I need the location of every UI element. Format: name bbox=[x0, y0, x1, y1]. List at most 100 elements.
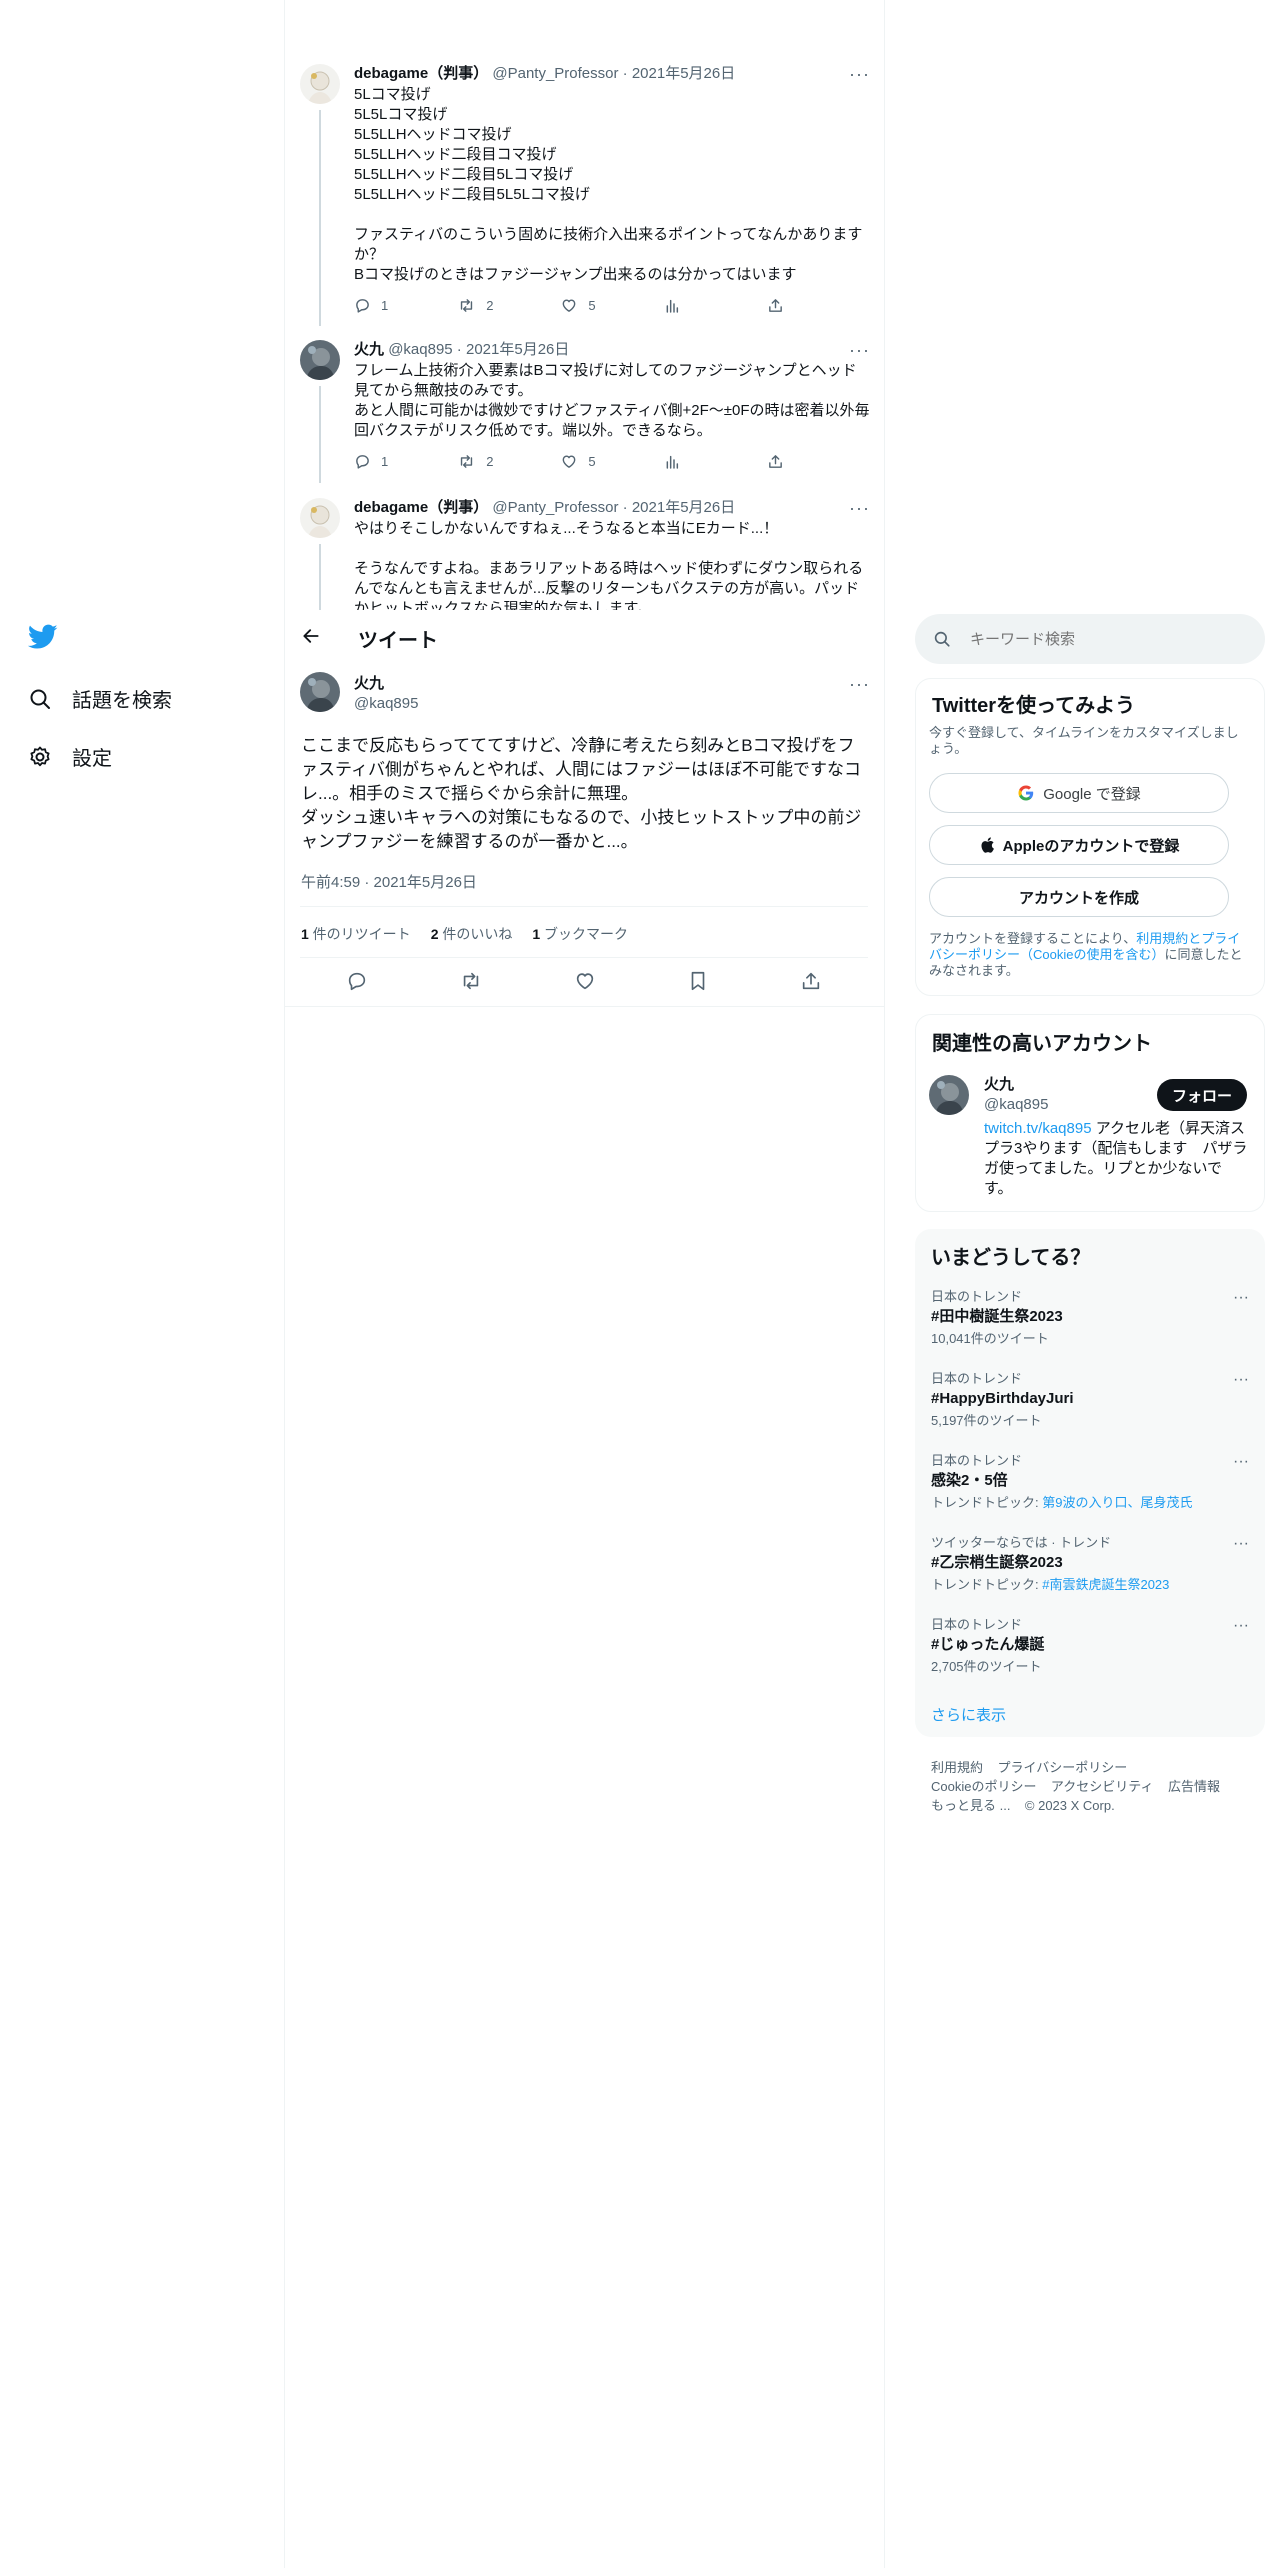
bio-link[interactable]: twitch.tv/kaq895 bbox=[984, 1120, 1092, 1137]
more-icon[interactable]: ··· bbox=[1233, 1535, 1249, 1553]
more-icon[interactable]: ··· bbox=[1233, 1453, 1249, 1471]
footer-cookies[interactable]: Cookieのポリシー bbox=[931, 1779, 1036, 1794]
more-icon[interactable]: ··· bbox=[849, 674, 870, 695]
trend-item[interactable]: 日本のトレンド #じゅったん爆誕 2,705件のツイート ··· bbox=[931, 1617, 1249, 1675]
tweet-date[interactable]: 2021年5月26日 bbox=[632, 65, 735, 82]
signup-terms: アカウントを登録することにより、利用規約とプライバシーポリシー（Cookieの使… bbox=[929, 931, 1243, 978]
avatar[interactable] bbox=[300, 672, 340, 712]
search-input[interactable] bbox=[970, 626, 1250, 652]
google-signup-button[interactable]: Google で登録 bbox=[929, 773, 1229, 813]
author-handle[interactable]: @Panty_Professor bbox=[492, 499, 618, 516]
views-button[interactable] bbox=[664, 298, 767, 314]
reply-icon bbox=[354, 453, 371, 470]
more-icon[interactable]: ··· bbox=[849, 340, 870, 361]
trend-name: #乙宗梢生誕祭2023 bbox=[931, 1554, 1063, 1571]
trend-item[interactable]: 日本のトレンド #田中樹誕生祭2023 10,041件のツイート ··· bbox=[931, 1289, 1249, 1347]
share-button[interactable] bbox=[800, 970, 822, 992]
heart-icon bbox=[560, 453, 578, 470]
nav-settings[interactable]: 設定 bbox=[28, 742, 112, 771]
account-bio: twitch.tv/kaq895 アクセル老（昇天済スプラ3やります（配信もしま… bbox=[984, 1120, 1248, 1197]
search-box[interactable] bbox=[915, 614, 1265, 664]
apple-signup-button[interactable]: Appleのアカウントで登録 bbox=[929, 825, 1229, 865]
more-icon[interactable]: ··· bbox=[1233, 1289, 1249, 1307]
tweet-text: やはりそこしかないんですねぇ...そうなると本当にEカード...！ そうなんです… bbox=[354, 520, 864, 610]
create-account-label: アカウントを作成 bbox=[1018, 889, 1139, 907]
trend-item[interactable]: 日本のトレンド #HappyBirthdayJuri 5,197件のツイート ·… bbox=[931, 1371, 1249, 1429]
trend-name: 感染2・5倍 bbox=[931, 1472, 1008, 1489]
trend-topic-link[interactable]: 第9波の入り口、尾身茂氏 bbox=[1042, 1495, 1192, 1510]
main-tweet-text: ここまで反応もらってててすけど、冷静に考えたら刻みとBコマ投げをファスティバ側が… bbox=[301, 736, 862, 851]
like-button[interactable] bbox=[574, 970, 596, 992]
account-name[interactable]: 火九 bbox=[984, 1075, 1048, 1095]
retweet-stat[interactable]: 1 件のリツイート bbox=[301, 924, 411, 944]
share-button[interactable] bbox=[767, 297, 870, 314]
tweet-timestamp[interactable]: 午前4:59 · 2021年5月26日 bbox=[301, 871, 477, 892]
author-name[interactable]: debagame（判事） bbox=[354, 65, 488, 82]
share-button[interactable] bbox=[767, 453, 870, 470]
trend-item[interactable]: ツイッターならでは · トレンド #乙宗梢生誕祭2023 トレンドトピック: #… bbox=[931, 1535, 1249, 1593]
follow-button[interactable]: フォロー bbox=[1157, 1079, 1247, 1111]
trend-count: 5,197件のツイート bbox=[931, 1413, 1042, 1428]
footer-ads[interactable]: 広告情報 bbox=[1168, 1779, 1220, 1794]
tweet-text: フレーム上技術介入要素はBコマ投げに対してのファジージャンプとヘッド見てから無敵… bbox=[354, 362, 870, 439]
more-icon[interactable]: ··· bbox=[1233, 1617, 1249, 1635]
create-account-button[interactable]: アカウントを作成 bbox=[929, 877, 1229, 917]
like-stat[interactable]: 2 件のいいね bbox=[431, 924, 513, 944]
trend-name: #田中樹誕生祭2023 bbox=[931, 1308, 1063, 1325]
trends-card: いまどうしてる？ 日本のトレンド #田中樹誕生祭2023 10,041件のツイー… bbox=[915, 1229, 1265, 1737]
more-icon[interactable]: ··· bbox=[849, 498, 870, 519]
nav-explore[interactable]: 話題を検索 bbox=[28, 684, 172, 713]
like-button[interactable]: 5 bbox=[560, 297, 663, 314]
author-handle[interactable]: @kaq895 bbox=[388, 341, 452, 358]
retweet-button[interactable]: 2 bbox=[457, 453, 560, 470]
retweet-button[interactable] bbox=[459, 970, 483, 992]
thread-tweet-2[interactable]: 火九 @kaq895 · 2021年5月26日 ··· フレーム上技術介入要素は… bbox=[300, 340, 870, 483]
author-name[interactable]: 火九 bbox=[354, 341, 384, 358]
author-handle[interactable]: @Panty_Professor bbox=[492, 65, 618, 82]
author-name[interactable]: debagame（判事） bbox=[354, 499, 488, 516]
thread-tweet-3[interactable]: debagame（判事） @Panty_Professor · 2021年5月2… bbox=[300, 498, 870, 610]
account-handle[interactable]: @kaq895 bbox=[984, 1095, 1048, 1115]
footer: 利用規約 プライバシーポリシー Cookieのポリシー アクセシビリティ 広告情… bbox=[931, 1758, 1261, 1815]
retweet-button[interactable]: 2 bbox=[457, 297, 560, 314]
thread-connector bbox=[319, 386, 321, 483]
reply-button[interactable] bbox=[346, 970, 368, 992]
tweet-date[interactable]: 2021年5月26日 bbox=[466, 341, 569, 358]
trend-topic-link[interactable]: #南雲鉄虎誕生祭2023 bbox=[1042, 1577, 1169, 1592]
bookmark-button[interactable] bbox=[687, 970, 709, 992]
trend-context: 日本のトレンド bbox=[931, 1289, 1023, 1304]
avatar[interactable] bbox=[929, 1075, 969, 1115]
more-icon[interactable]: ··· bbox=[1233, 1371, 1249, 1389]
main-tweet-actions bbox=[300, 970, 868, 992]
twitter-logo-icon[interactable] bbox=[28, 624, 58, 650]
views-button[interactable] bbox=[664, 454, 767, 470]
footer-privacy[interactable]: プライバシーポリシー bbox=[997, 1760, 1127, 1775]
google-icon bbox=[1017, 784, 1035, 802]
tweet-stats: 1 件のリツイート 2 件のいいね 1 ブックマーク bbox=[301, 924, 628, 944]
footer-terms[interactable]: 利用規約 bbox=[931, 1760, 983, 1775]
bookmark-stat[interactable]: 1 ブックマーク bbox=[532, 924, 628, 944]
reply-count: 1 bbox=[381, 454, 389, 469]
reply-button[interactable]: 1 bbox=[354, 453, 457, 470]
trend-context: 日本のトレンド bbox=[931, 1617, 1023, 1632]
retweet-icon bbox=[457, 297, 476, 314]
footer-more[interactable]: もっと見る ... bbox=[931, 1798, 1010, 1813]
more-icon[interactable]: ··· bbox=[849, 64, 870, 85]
footer-accessibility[interactable]: アクセシビリティ bbox=[1051, 1779, 1154, 1794]
tweet-date[interactable]: 2021年5月26日 bbox=[632, 499, 735, 516]
show-more-link[interactable]: さらに表示 bbox=[931, 1704, 1006, 1725]
reply-button[interactable]: 1 bbox=[354, 297, 457, 314]
thread-tweet-1[interactable]: debagame（判事） @Panty_Professor · 2021年5月2… bbox=[300, 64, 870, 326]
like-count: 5 bbox=[588, 298, 596, 313]
thread-connector bbox=[319, 544, 321, 610]
trend-item[interactable]: 日本のトレンド 感染2・5倍 トレンドトピック: 第9波の入り口、尾身茂氏 ··… bbox=[931, 1453, 1249, 1511]
avatar[interactable] bbox=[300, 498, 340, 538]
share-icon bbox=[767, 453, 784, 470]
author-handle[interactable]: @kaq895 bbox=[354, 694, 418, 714]
avatar[interactable] bbox=[300, 64, 340, 104]
author-name[interactable]: 火九 bbox=[354, 674, 418, 694]
back-button[interactable] bbox=[301, 626, 321, 646]
column-divider-left bbox=[284, 0, 285, 2568]
avatar[interactable] bbox=[300, 340, 340, 380]
like-button[interactable]: 5 bbox=[560, 453, 663, 470]
